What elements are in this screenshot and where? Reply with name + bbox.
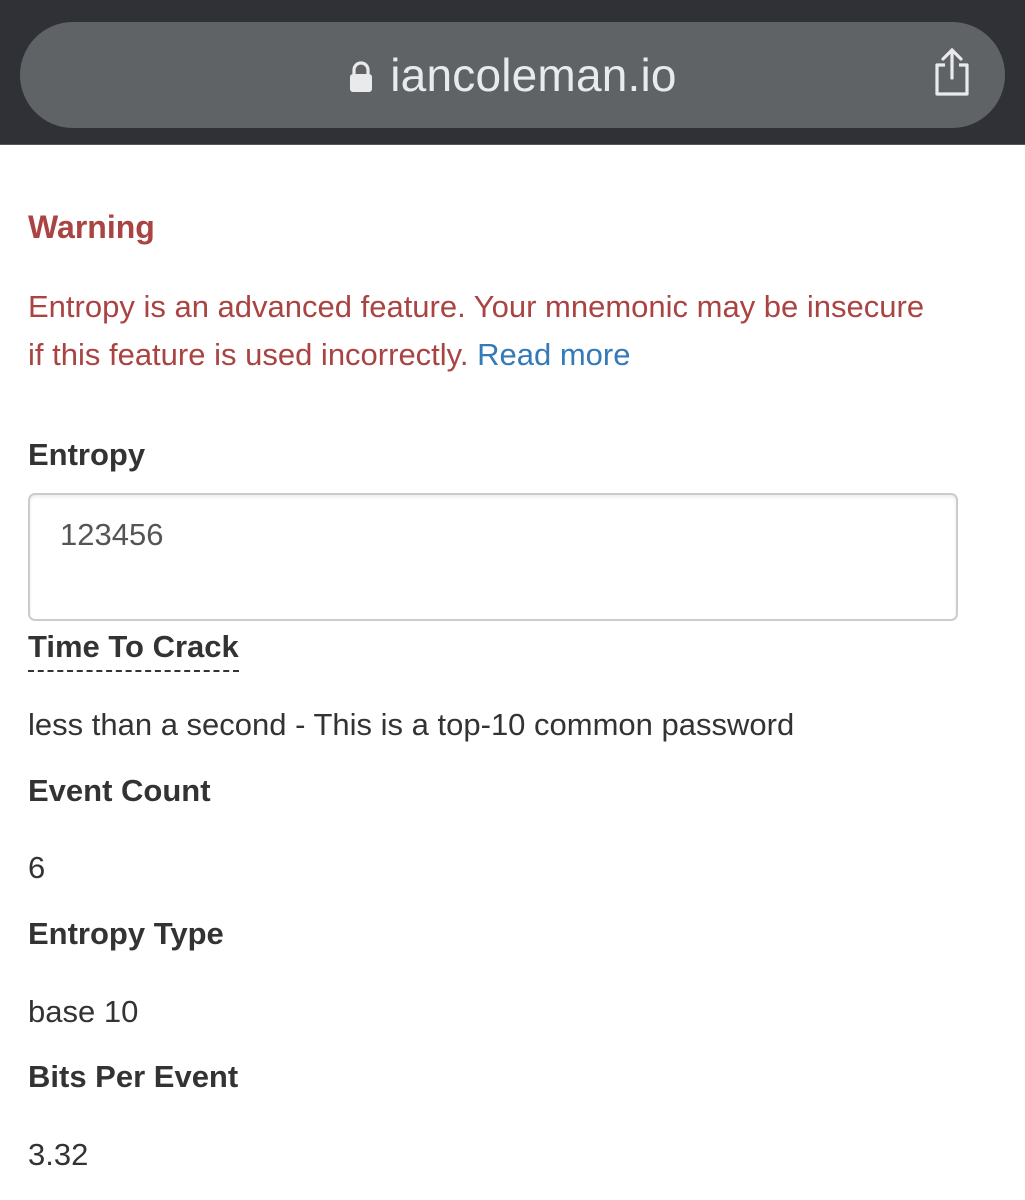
time-to-crack-label[interactable]: Time To Crack [28,629,239,672]
time-to-crack-label-text: Time To Crack [28,629,239,672]
lock-icon [348,60,374,94]
time-to-crack-value: less than a second - This is a top-10 co… [28,707,795,742]
address-bar-content: iancoleman.io [348,48,677,102]
url-text: iancoleman.io [390,49,677,101]
read-more-link[interactable]: Read more [477,337,630,372]
warning-message: Entropy is an advanced feature. Your mne… [28,283,928,379]
browser-toolbar: iancoleman.io [0,0,1025,145]
bits-per-event-value: 3.32 [28,1137,89,1172]
entropy-type-value: base 10 [28,994,139,1029]
entropy-label: Entropy [28,437,146,472]
event-count-label: Event Count [28,773,211,808]
entropy-input[interactable]: 123456 [28,493,958,621]
address-bar[interactable]: iancoleman.io [20,22,1005,128]
event-count-value: 6 [28,850,46,885]
entropy-type-label: Entropy Type [28,916,224,951]
bits-per-event-label: Bits Per Event [28,1059,239,1094]
warning-title: Warning [28,209,155,245]
share-icon[interactable] [931,46,973,98]
